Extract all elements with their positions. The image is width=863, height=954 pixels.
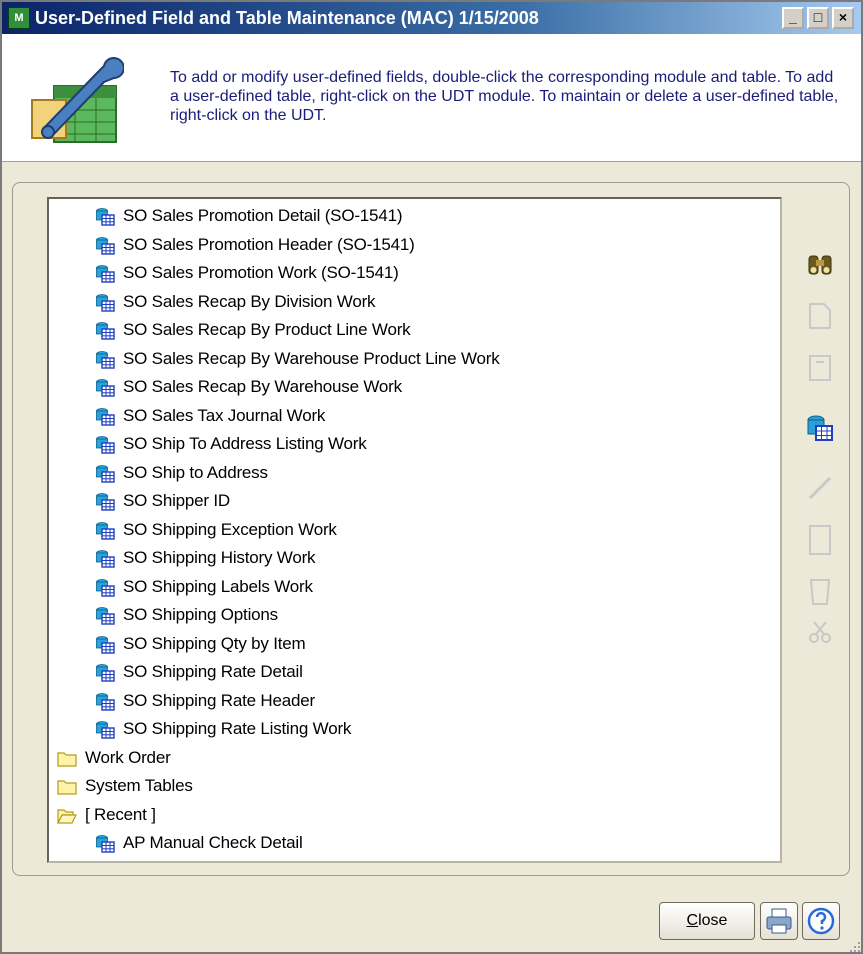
tree-item-label: SO Ship to Address [123, 462, 268, 482]
blank-page-icon [809, 525, 831, 555]
info-banner: To add or modify user-defined fields, do… [2, 34, 861, 162]
trash-icon [809, 579, 831, 605]
help-button[interactable] [802, 902, 840, 940]
table-icon [95, 692, 115, 711]
tree-item-label: SO Sales Recap By Division Work [123, 291, 376, 311]
table-icon [95, 834, 115, 853]
table-icon [95, 549, 115, 568]
close-window-button[interactable]: × [832, 7, 854, 29]
wrench-table-icon [31, 57, 124, 143]
table-icon [95, 293, 115, 312]
table-icon [95, 321, 115, 340]
tree-item-label: SO Shipper ID [123, 491, 231, 510]
tree-item-label: SO Sales Recap By Warehouse Product Line… [123, 348, 500, 368]
edit-document-icon [809, 355, 831, 381]
tree-item-label: SO Sales Promotion Header (SO-1541) [123, 234, 415, 254]
minimize-button[interactable]: _ [782, 7, 804, 29]
folder-open-icon [57, 806, 77, 825]
table-icon [95, 435, 115, 454]
table-icon [95, 492, 115, 511]
udf-maintenance-window: M User-Defined Field and Table Maintenan… [0, 0, 863, 954]
tree-item-label: SO Shipping Rate Listing Work [123, 719, 352, 738]
table-icon [95, 350, 115, 369]
table-icon [95, 521, 115, 540]
maximize-button[interactable]: □ [807, 7, 829, 29]
table-icon [95, 635, 115, 654]
tree-item-label: SO Shipping Labels Work [123, 576, 313, 596]
scissors-icon [809, 621, 831, 643]
close-label: lose [698, 912, 728, 929]
close-button[interactable]: Close [659, 902, 755, 940]
window-title: User-Defined Field and Table Maintenance… [35, 8, 539, 28]
tree-item-label: SO Shipping Options [123, 605, 278, 624]
resize-grip-icon[interactable] [848, 940, 862, 954]
table-icon[interactable] [802, 410, 838, 446]
title-bar[interactable]: M User-Defined Field and Table Maintenan… [2, 2, 861, 34]
banner-description: To add or modify user-defined fields, do… [170, 69, 839, 124]
help-icon [807, 907, 835, 935]
printer-icon [766, 908, 792, 934]
binoculars-icon[interactable] [802, 246, 838, 282]
print-button[interactable] [760, 902, 798, 940]
tree-item-label: SO Sales Recap By Product Line Work [123, 320, 411, 339]
tree-item-label: AP Manual Check Detail [123, 833, 303, 852]
table-icon [95, 236, 115, 255]
table-icon [95, 378, 115, 397]
tree-item-label: SO Shipping Rate Header [123, 690, 315, 710]
table-icon [95, 407, 115, 426]
table-icon [95, 464, 115, 483]
tree-item-label: SO Sales Promotion Detail (SO-1541) [123, 206, 403, 225]
tree-item-label: SO Sales Promotion Work (SO-1541) [123, 263, 399, 282]
tree-item-label: [ Recent ] [85, 804, 156, 824]
tree-item-label: SO Ship To Address Listing Work [123, 434, 367, 453]
folder-icon [57, 749, 77, 768]
pencil-icon [808, 476, 832, 500]
tree-item-label: SO Shipping Rate Detail [123, 662, 303, 681]
table-icon [95, 264, 115, 283]
tree-item-label: SO Shipping History Work [123, 548, 316, 567]
tree-item-label: SO Shipping Qty by Item [123, 633, 306, 653]
table-icon [95, 578, 115, 597]
tree-item-label: SO Sales Tax Journal Work [123, 405, 326, 425]
folder-icon [57, 777, 77, 796]
tree-item-label: System Tables [85, 776, 193, 795]
table-icon [95, 606, 115, 625]
table-icon [95, 720, 115, 739]
app-icon: M [8, 7, 30, 29]
tree-item-label: SO Sales Recap By Warehouse Work [123, 377, 402, 396]
module-table-tree[interactable]: SO Sales Promotion Detail (SO-1541) SO Sa… [47, 197, 782, 863]
close-accelerator: C [686, 912, 699, 929]
tree-item-label: SO Shipping Exception Work [123, 519, 337, 539]
tree-item-label: Work Order [85, 747, 171, 767]
new-document-icon [809, 303, 831, 329]
table-icon [95, 207, 115, 226]
side-toolbar [802, 242, 842, 643]
table-icon [95, 663, 115, 682]
